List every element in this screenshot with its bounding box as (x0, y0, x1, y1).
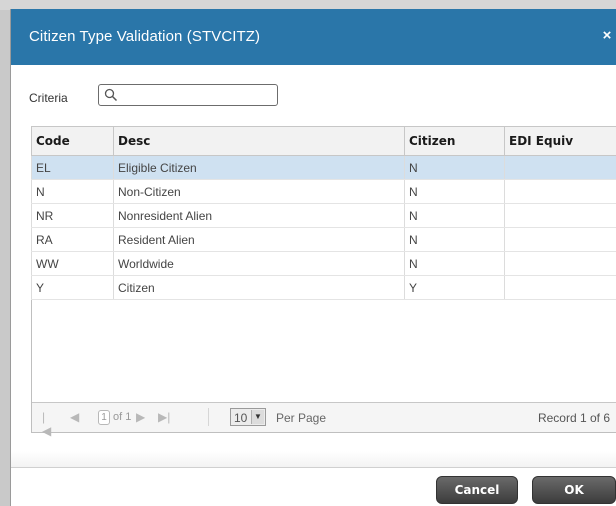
cell-citizen: N (404, 227, 505, 252)
cell-code: WW (31, 251, 114, 276)
column-header-citizen[interactable]: Citizen (404, 126, 505, 156)
dialog-title: Citizen Type Validation (STVCITZ) (29, 28, 261, 45)
cell-citizen: N (404, 179, 505, 204)
table-header-row: Code Desc Citizen EDI Equiv (31, 126, 616, 156)
column-header-desc[interactable]: Desc (113, 126, 405, 156)
per-page-label: Per Page (276, 411, 327, 425)
previous-page-icon[interactable]: ◀ (70, 410, 82, 424)
table-row[interactable]: RA Resident Alien N (31, 227, 616, 252)
record-count: Record 1 of 6 (537, 411, 610, 425)
cell-desc: Nonresident Alien (113, 203, 405, 228)
cell-code: EL (31, 155, 114, 180)
cell-edi-equiv (504, 275, 616, 300)
results-grid: Code Desc Citizen EDI Equiv EL Eligible … (31, 126, 616, 438)
cell-citizen: N (404, 155, 505, 180)
cell-citizen: Y (404, 275, 505, 300)
cancel-button[interactable]: Cancel (436, 476, 518, 504)
cell-desc: Resident Alien (113, 227, 405, 252)
ok-button[interactable]: OK (532, 476, 616, 504)
dialog-titlebar: Citizen Type Validation (STVCITZ) × (11, 9, 616, 65)
search-icon (104, 88, 118, 102)
cell-edi-equiv (504, 251, 616, 276)
last-page-icon[interactable]: ▶| (158, 410, 170, 424)
pager-divider (208, 408, 209, 426)
first-page-icon[interactable]: |◀ (42, 410, 54, 438)
cell-desc: Non-Citizen (113, 179, 405, 204)
next-page-icon[interactable]: ▶ (136, 410, 148, 424)
pagination-bar: |◀ ◀ 1 of 1 ▶ ▶| 10 ▼ Per Page Record 1 … (32, 402, 616, 438)
cell-desc: Citizen (113, 275, 405, 300)
criteria-search-input[interactable] (121, 87, 271, 103)
per-page-value: 10 (234, 411, 248, 425)
criteria-label: Criteria (29, 91, 68, 105)
per-page-select[interactable]: 10 ▼ (230, 408, 266, 426)
cell-citizen: N (404, 251, 505, 276)
table-row[interactable]: EL Eligible Citizen N (31, 155, 616, 180)
cell-code: N (31, 179, 114, 204)
cell-edi-equiv (504, 203, 616, 228)
cell-desc: Worldwide (113, 251, 405, 276)
column-header-edi-equiv[interactable]: EDI Equiv (504, 126, 616, 156)
table-row[interactable]: Y Citizen Y (31, 275, 616, 300)
page-count: of 1 (113, 411, 132, 423)
table-row[interactable]: NR Nonresident Alien N (31, 203, 616, 228)
results-table: Code Desc Citizen EDI Equiv EL Eligible … (31, 126, 616, 300)
table-row[interactable]: WW Worldwide N (31, 251, 616, 276)
page-number-input[interactable]: 1 (98, 410, 110, 425)
criteria-search-field[interactable] (98, 84, 278, 106)
cell-desc: Eligible Citizen (113, 155, 405, 180)
close-icon[interactable]: × (600, 28, 614, 44)
footer-gradient (11, 451, 616, 467)
cell-citizen: N (404, 203, 505, 228)
cell-edi-equiv (504, 179, 616, 204)
chevron-down-icon: ▼ (251, 410, 264, 424)
cell-edi-equiv (504, 227, 616, 252)
validation-dialog: Citizen Type Validation (STVCITZ) × Crit… (10, 9, 616, 506)
cell-code: Y (31, 275, 114, 300)
cell-code: NR (31, 203, 114, 228)
cell-edi-equiv (504, 155, 616, 180)
table-row[interactable]: N Non-Citizen N (31, 179, 616, 204)
cell-code: RA (31, 227, 114, 252)
column-header-code[interactable]: Code (31, 126, 114, 156)
footer-divider (11, 467, 616, 468)
